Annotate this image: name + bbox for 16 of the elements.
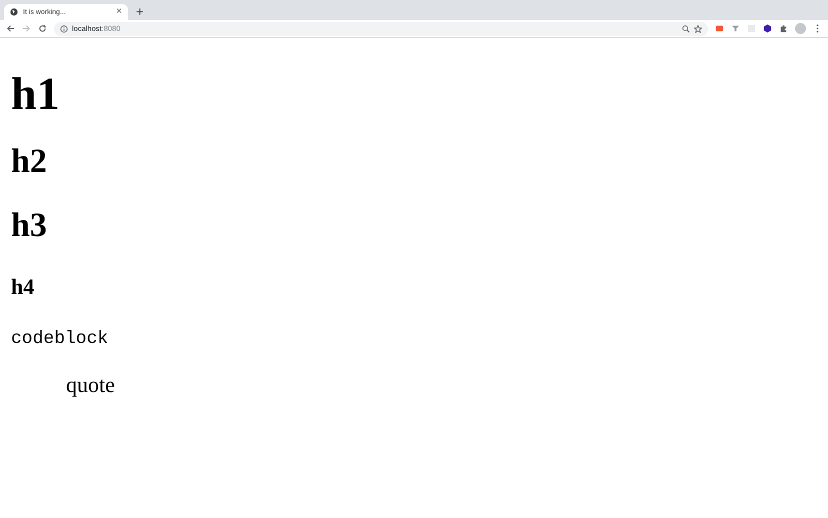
close-tab-button[interactable]: × bbox=[116, 7, 122, 17]
info-icon bbox=[60, 24, 68, 32]
new-tab-button[interactable]: + bbox=[134, 4, 146, 20]
heading: h1 bbox=[11, 68, 60, 120]
reload-icon[interactable] bbox=[38, 24, 47, 33]
heading: h3 bbox=[11, 206, 47, 246]
code-text: codeblock bbox=[11, 328, 108, 350]
quote-text: quote bbox=[66, 372, 115, 398]
zoom-icon[interactable] bbox=[682, 24, 690, 32]
hexagon-icon[interactable] bbox=[763, 24, 772, 33]
star-icon[interactable] bbox=[694, 24, 702, 32]
puzzle-icon[interactable] bbox=[779, 24, 788, 33]
back-icon[interactable] bbox=[6, 24, 15, 33]
heading: h4 bbox=[11, 274, 34, 300]
heading: h2 bbox=[11, 142, 47, 182]
funnel-icon[interactable] bbox=[731, 24, 740, 33]
